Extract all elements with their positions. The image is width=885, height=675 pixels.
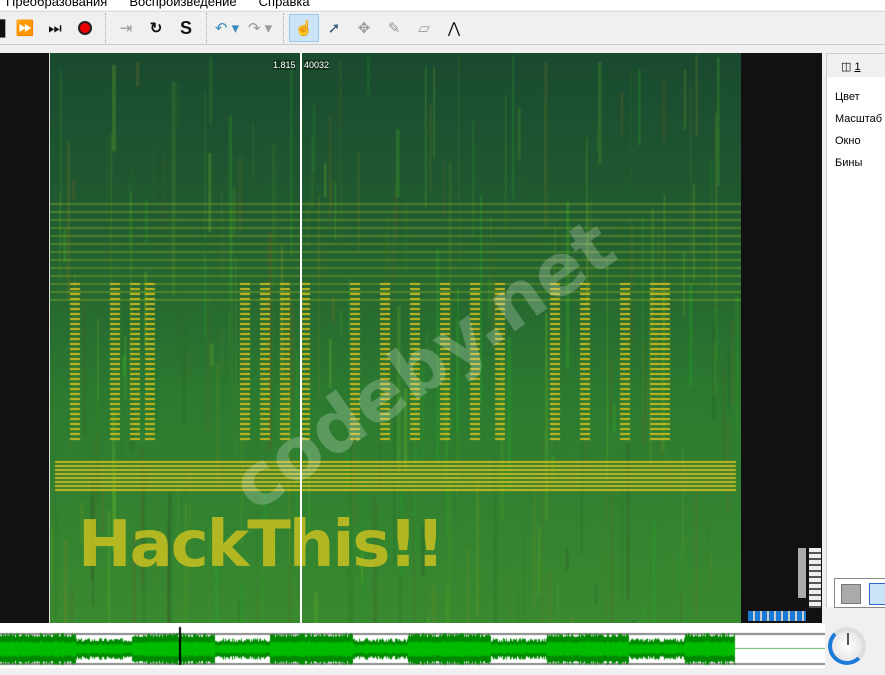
menu-bar: Преобразования Воспроизведение Справка	[0, 0, 885, 10]
menu-playback[interactable]: Воспроизведение	[129, 0, 236, 10]
main-pane: HackThis!! codeby.net 1.815 40032	[0, 53, 822, 623]
pane-icon: ◫	[841, 61, 855, 73]
playhead-cursor[interactable]	[300, 53, 302, 623]
vertical-zoom-wheel[interactable]	[809, 548, 821, 608]
property-panel: ◫ 1 Цвет Масштаб Окно Бины	[822, 53, 885, 623]
fast-forward-icon[interactable]: ⏩	[10, 14, 40, 42]
playback-speed-knob[interactable]	[828, 627, 866, 665]
time-label: 1.815	[273, 60, 296, 70]
layer-visible-icon[interactable]	[869, 583, 885, 605]
horizontal-zoom-wheel[interactable]	[748, 611, 806, 621]
property-scale: Масштаб	[835, 113, 883, 125]
redo-icon[interactable]: ↷ ▾	[242, 14, 278, 42]
select-icon[interactable]: ➚	[319, 14, 349, 42]
property-list: Цвет Масштаб Окно Бины	[826, 77, 885, 607]
frequency-label: 40032	[304, 60, 330, 70]
pane-tab[interactable]: ◫ 1	[826, 53, 885, 77]
menu-help[interactable]: Справка	[259, 0, 310, 10]
property-bins: Бины	[835, 157, 863, 169]
toolbar-separator	[283, 13, 284, 43]
overview-waveform	[0, 623, 825, 668]
toolbar-separator	[206, 13, 207, 43]
solo-icon[interactable]: S	[171, 14, 201, 42]
undo-icon[interactable]: ↶ ▾	[212, 14, 242, 42]
pane-tab-label: 1	[854, 61, 861, 73]
toolbar-separator	[105, 13, 106, 43]
vertical-zoom-slider[interactable]	[798, 548, 806, 598]
spectrogram-view[interactable]: HackThis!! codeby.net 1.815 40032	[49, 53, 741, 623]
property-window: Окно	[835, 135, 861, 147]
menu-transform[interactable]: Преобразования	[6, 0, 107, 10]
loop-icon[interactable]: ↻	[141, 14, 171, 42]
erase-icon[interactable]: ▱	[409, 14, 439, 42]
skip-end-icon[interactable]: ⏭	[40, 14, 70, 42]
navigate-icon[interactable]: ☝	[289, 14, 319, 42]
property-color: Цвет	[835, 91, 860, 103]
measure-icon[interactable]: ⋀	[439, 14, 469, 42]
layer-buttons	[834, 578, 885, 608]
move-icon[interactable]: ✥	[349, 14, 379, 42]
toolbar: ▌ ⏩ ⏭ ⇥ ↻ S ↶ ▾ ↷ ▾ ☝ ➚ ✥ ✎ ▱ ⋀	[0, 11, 885, 45]
record-icon[interactable]	[70, 14, 100, 42]
layer-toggle-icon[interactable]	[841, 584, 861, 604]
waveform-overview[interactable]	[0, 623, 825, 668]
play-icon[interactable]: ▌	[0, 14, 11, 42]
play-selection-icon[interactable]: ⇥	[111, 14, 141, 42]
draw-icon[interactable]: ✎	[379, 14, 409, 42]
